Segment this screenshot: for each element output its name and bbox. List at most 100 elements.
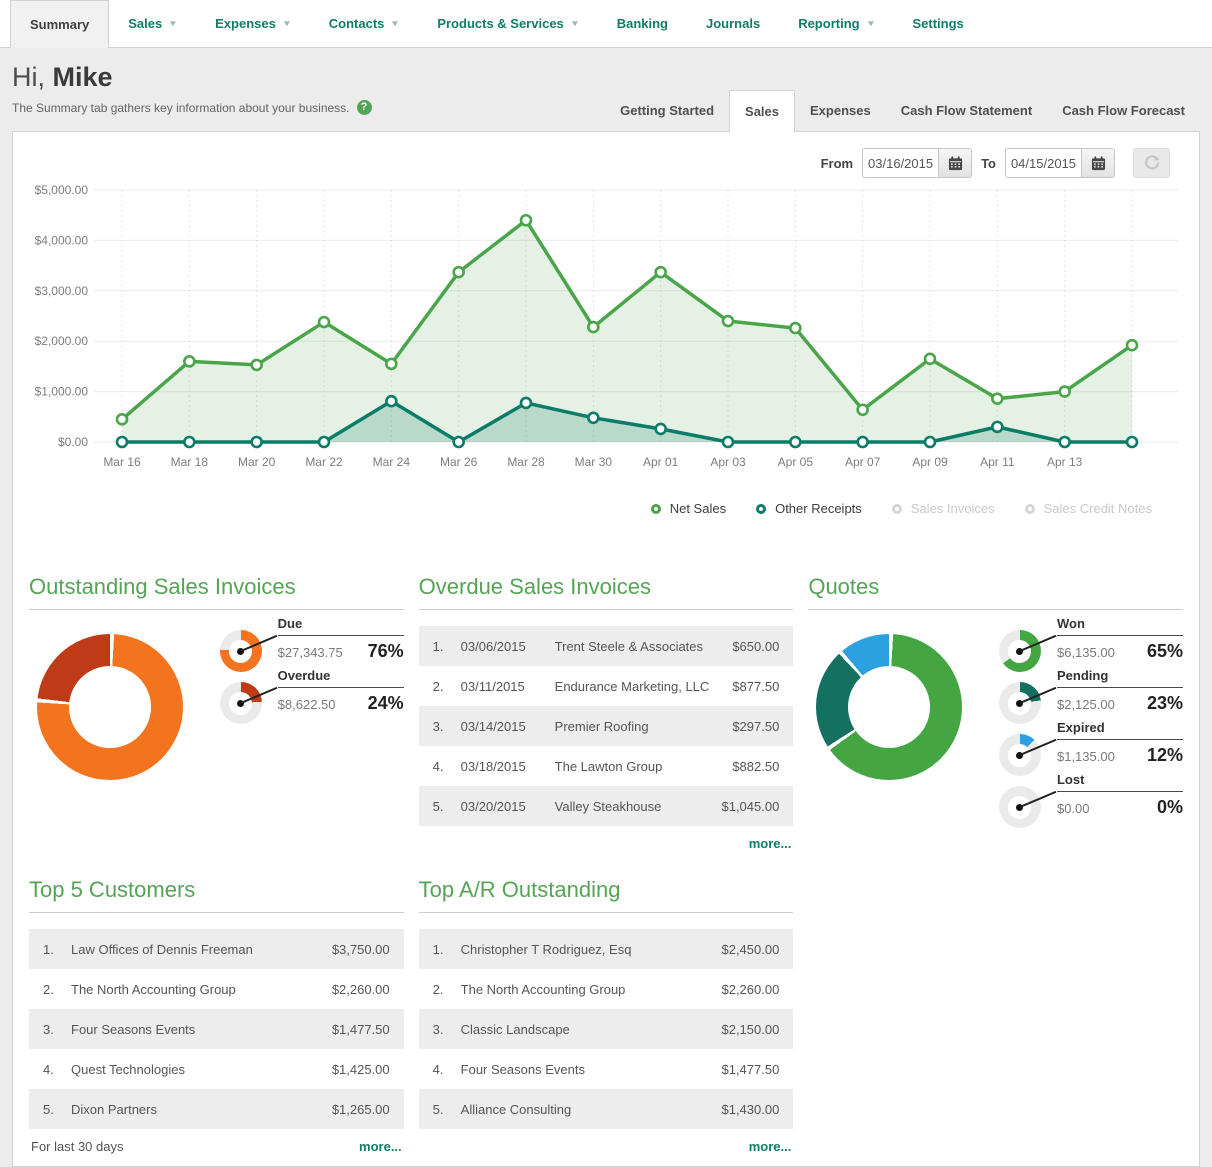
row-number: 1.: [43, 942, 71, 957]
tab-cash-flow-statement[interactable]: Cash Flow Statement: [886, 90, 1047, 131]
row-date: 03/18/2015: [461, 759, 555, 774]
nav-item-label: Settings: [913, 16, 964, 31]
table-row[interactable]: 4.Four Seasons Events$1,477.50: [419, 1049, 794, 1089]
donut-legend-item-lost: Lost$0.000%: [999, 772, 1183, 824]
top-customers-more-link[interactable]: more...: [359, 1139, 402, 1154]
tab-sales[interactable]: Sales: [729, 90, 795, 132]
svg-text:$3,000.00: $3,000.00: [35, 284, 89, 298]
help-icon[interactable]: ?: [357, 100, 372, 115]
refresh-button[interactable]: [1133, 148, 1170, 178]
table-row[interactable]: 3.Classic Landscape$2,150.00: [419, 1009, 794, 1049]
row-name: Four Seasons Events: [461, 1062, 722, 1077]
nav-item-label: Expenses: [215, 16, 276, 31]
panel-top-ar-outstanding: Top A/R Outstanding 1.Christopher T Rodr…: [419, 877, 794, 1154]
row-number: 1.: [433, 639, 461, 654]
svg-text:Apr 07: Apr 07: [845, 455, 881, 469]
segment-percentage: 12%: [1147, 745, 1183, 766]
top-ar-more-link[interactable]: more...: [749, 1139, 792, 1154]
legend-ring-icon: [892, 504, 902, 514]
chevron-down-icon: ▼: [865, 19, 875, 28]
to-date-input[interactable]: [1005, 148, 1081, 178]
table-row[interactable]: 5.03/20/2015Valley Steakhouse$1,045.00: [419, 786, 794, 826]
table-row[interactable]: 2.The North Accounting Group$2,260.00: [419, 969, 794, 1009]
legend-item-other-receipts[interactable]: Other Receipts: [756, 501, 862, 516]
table-row[interactable]: 3.03/14/2015Premier Roofing$297.50: [419, 706, 794, 746]
chart-legend: Net Sales Other Receipts Sales Invoices Sal…: [28, 491, 1184, 530]
svg-text:Mar 20: Mar 20: [238, 455, 276, 469]
nav-item-label: Banking: [617, 16, 668, 31]
row-number: 2.: [43, 982, 71, 997]
table-row[interactable]: 5.Alliance Consulting$1,430.00: [419, 1089, 794, 1129]
greeting-name: Mike: [53, 62, 113, 92]
segment-label: Overdue: [278, 668, 404, 688]
svg-text:Mar 26: Mar 26: [440, 455, 478, 469]
summary-content: From To: [12, 131, 1200, 1167]
legend-item-sales-invoices[interactable]: Sales Invoices: [892, 501, 995, 516]
top-navigation: Summary Sales▼ Expenses ▼ Contacts▼Products …: [0, 0, 1212, 48]
table-row[interactable]: 2.03/11/2015Endurance Marketing, LLC$877…: [419, 666, 794, 706]
table-row[interactable]: 3.Four Seasons Events$1,477.50: [29, 1009, 404, 1049]
nav-item-products-services[interactable]: Products & Services▼: [418, 0, 597, 47]
nav-item-banking[interactable]: Banking: [598, 0, 687, 47]
chevron-down-icon: ▼: [282, 19, 292, 28]
divider: [808, 609, 1183, 610]
segment-amount: $2,125.00: [1057, 697, 1115, 712]
outstanding-donut-legend: Due$27,343.7576%Overdue$8,622.5024%: [220, 616, 404, 780]
table-row[interactable]: 1.Christopher T Rodriguez, Esq$2,450.00: [419, 929, 794, 969]
refresh-icon: [1144, 155, 1160, 171]
nav-item-sales[interactable]: Sales▼: [109, 0, 196, 47]
panel-outstanding-sales-invoices: Outstanding Sales Invoices Due$27,343.75…: [29, 574, 404, 851]
table-row[interactable]: 4.03/18/2015The Lawton Group$882.50: [419, 746, 794, 786]
row-number: 3.: [43, 1022, 71, 1037]
nav-item-reporting[interactable]: Reporting▼: [779, 0, 893, 47]
divider: [29, 912, 404, 913]
row-name: The North Accounting Group: [71, 982, 332, 997]
donut-legend-item-expired: Expired$1,135.0012%: [999, 720, 1183, 772]
row-amount: $2,260.00: [332, 982, 390, 997]
svg-text:$0.00: $0.00: [58, 435, 88, 449]
nav-item-label: Summary: [30, 17, 89, 32]
donut-legend-item-due: Due$27,343.7576%: [220, 616, 404, 668]
legend-item-net-sales[interactable]: Net Sales: [651, 501, 726, 516]
row-number: 1.: [433, 942, 461, 957]
footer-note: For last 30 days: [31, 1139, 124, 1154]
svg-text:Mar 28: Mar 28: [507, 455, 545, 469]
overdue-more-link[interactable]: more...: [749, 836, 792, 851]
tab-cash-flow-forecast[interactable]: Cash Flow Forecast: [1047, 90, 1200, 131]
svg-text:$1,000.00: $1,000.00: [35, 385, 89, 399]
line-chart-svg: $0.00$1,000.00$2,000.00$3,000.00$4,000.0…: [28, 180, 1184, 486]
nav-item-label: Journals: [706, 16, 760, 31]
to-calendar-button[interactable]: [1081, 148, 1115, 178]
row-name: The Lawton Group: [555, 759, 733, 774]
overdue-invoices-list: 1.03/06/2015Trent Steele & Associates$65…: [419, 626, 794, 826]
tab-getting-started[interactable]: Getting Started: [605, 90, 729, 131]
segment-amount: $0.00: [1057, 801, 1090, 816]
legend-label: Other Receipts: [775, 501, 862, 516]
nav-item-settings[interactable]: Settings: [894, 0, 983, 47]
nav-item-contacts[interactable]: Contacts▼: [310, 0, 419, 47]
tab-expenses[interactable]: Expenses: [795, 90, 886, 131]
segment-percentage: 65%: [1147, 641, 1183, 662]
table-row[interactable]: 1.Law Offices of Dennis Freeman$3,750.00: [29, 929, 404, 969]
table-row[interactable]: 1.03/06/2015Trent Steele & Associates$65…: [419, 626, 794, 666]
panel-quotes: Quotes Won$6,135.0065%Pending$2,125.0023…: [808, 574, 1183, 851]
donut-legend-item-won: Won$6,135.0065%: [999, 616, 1183, 668]
page-header: Hi, Mike The Summary tab gathers key inf…: [0, 48, 1212, 131]
legend-item-sales-credit-notes[interactable]: Sales Credit Notes: [1025, 501, 1152, 516]
nav-item-expenses[interactable]: Expenses ▼: [196, 0, 310, 47]
nav-item-summary[interactable]: Summary: [10, 0, 109, 48]
table-row[interactable]: 2.The North Accounting Group$2,260.00: [29, 969, 404, 1009]
from-date-input[interactable]: [862, 148, 938, 178]
from-calendar-button[interactable]: [938, 148, 972, 178]
row-name: Alliance Consulting: [461, 1102, 722, 1117]
row-number: 5.: [433, 1102, 461, 1117]
legend-ring-icon: [1025, 504, 1035, 514]
nav-item-journals[interactable]: Journals: [687, 0, 779, 47]
row-name: Trent Steele & Associates: [555, 639, 733, 654]
table-row[interactable]: 5.Dixon Partners$1,265.00: [29, 1089, 404, 1129]
table-row[interactable]: 4.Quest Technologies$1,425.00: [29, 1049, 404, 1089]
row-amount: $2,150.00: [721, 1022, 779, 1037]
divider: [29, 609, 404, 610]
greeting-prefix: Hi,: [12, 62, 45, 92]
row-amount: $2,450.00: [721, 942, 779, 957]
